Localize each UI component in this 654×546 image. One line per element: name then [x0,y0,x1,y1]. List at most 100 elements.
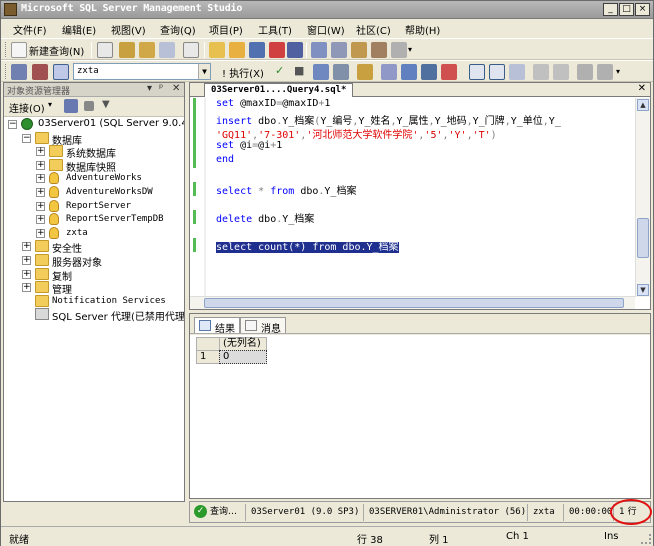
code-token: @i [240,140,253,151]
connect-button[interactable]: 连接(O) [9,100,45,115]
increase-indent-icon[interactable] [577,64,593,80]
object-explorer-icon[interactable] [331,42,347,58]
parse-icon[interactable]: ✓ [275,64,284,77]
menu-window[interactable]: 窗口(W) [307,22,345,37]
query-state-text: 查询… [210,507,238,517]
stop-icon[interactable] [84,101,94,111]
toolbar-overflow-icon[interactable]: ▾ [408,45,412,54]
available-databases-icon[interactable] [53,64,69,80]
open-folder-icon[interactable] [229,42,245,58]
chevron-down-icon[interactable]: ▼ [198,64,210,79]
comment-out-icon[interactable] [509,64,525,80]
properties-icon[interactable] [391,42,407,58]
row-number[interactable]: 1 [196,350,220,364]
expand-icon[interactable]: + [22,283,31,293]
pin-icon[interactable]: ᵖ [159,83,163,94]
toolbar-overflow-icon[interactable]: ▾ [616,67,620,76]
tree-node-label: 数据库快照 [66,162,116,174]
menu-project[interactable]: 项目(P) [209,22,243,37]
editor-vertical-scrollbar[interactable]: ▲ ▼ [635,98,650,297]
disconnect-icon[interactable] [64,99,78,113]
scroll-thumb[interactable] [204,298,624,308]
close-icon[interactable]: ✕ [638,83,646,94]
solution-explorer-icon[interactable] [371,42,387,58]
scroll-up-icon[interactable]: ▲ [637,99,649,111]
specify-values-icon[interactable] [357,64,373,80]
expand-icon[interactable]: + [36,188,45,197]
mdx-query-icon[interactable] [159,42,175,58]
results-to-grid-selected-icon[interactable] [489,64,505,80]
expand-icon[interactable]: + [22,242,31,252]
database-selector-value: zxta [77,66,99,76]
analysis-services-query-icon[interactable] [139,42,155,58]
print-icon[interactable] [287,42,303,58]
new-query-button[interactable]: 新建查询(N) [29,43,84,58]
scroll-thumb[interactable] [637,218,649,258]
editor-horizontal-scrollbar[interactable] [190,296,635,309]
maximize-button[interactable]: □ [619,3,634,16]
save-all-icon[interactable] [269,42,285,58]
tab-results[interactable]: 结果 [194,317,240,335]
filter-icon[interactable]: ▼ [102,99,110,110]
outdent-icon[interactable] [597,64,613,80]
menu-help[interactable]: 帮助(H) [405,22,440,37]
template-explorer-icon[interactable] [351,42,367,58]
include-plan-icon[interactable] [381,64,397,80]
change-connection-icon[interactable] [32,64,48,80]
uncomment-icon[interactable] [533,64,549,80]
code-token: Y_档案 [282,214,315,225]
expand-icon[interactable]: + [22,269,31,279]
query-designer-icon[interactable] [333,64,349,80]
ssms-window: Microsoft SQL Server Management Studio _… [0,0,654,546]
collapse-icon[interactable]: − [22,133,31,143]
code-area[interactable]: set @maxID=@maxID+1 insert dbo.Y_档案(Y_编号,… [190,98,635,297]
expand-icon[interactable]: + [36,174,45,184]
expand-icon[interactable]: + [36,160,45,170]
new-query-icon [11,42,27,58]
results-to-file-icon[interactable] [441,64,457,80]
display-estimated-plan-icon[interactable] [313,64,329,80]
save-icon[interactable] [249,42,265,58]
open-file-icon[interactable] [209,42,225,58]
results-grid[interactable]: (无列名) 1 0 [190,335,650,498]
new-item-icon[interactable] [183,42,199,58]
database-selector[interactable]: zxta ▼ [73,63,211,80]
database-icon [49,199,59,212]
document-tab[interactable]: 03Server01....Query4.sql* [204,83,354,97]
decrease-indent-icon[interactable] [553,64,569,80]
database-engine-query-icon[interactable] [119,42,135,58]
toolbar-grip[interactable] [5,42,8,57]
expand-icon[interactable]: + [36,201,45,211]
minimize-button[interactable]: _ [603,3,618,16]
expand-icon[interactable]: + [36,215,45,225]
close-icon[interactable]: ✕ [172,83,180,94]
close-button[interactable]: × [635,3,650,16]
resize-grip[interactable] [641,534,651,544]
results-to-grid-icon[interactable] [469,64,485,80]
collapse-icon[interactable]: − [8,120,17,129]
column-header[interactable]: (无列名) [219,337,267,351]
menu-community[interactable]: 社区(C) [356,22,391,37]
execute-button[interactable]: ! 执行(X) [222,65,264,80]
results-to-text-icon[interactable] [421,64,437,80]
menu-query[interactable]: 查询(Q) [160,22,196,37]
connect-icon[interactable] [11,64,27,80]
cancel-query-icon[interactable]: ■ [294,64,304,77]
expand-icon[interactable]: + [22,256,31,265]
expand-icon[interactable]: + [36,147,45,157]
menu-edit[interactable]: 编辑(E) [62,22,96,37]
scroll-down-icon[interactable]: ▼ [637,284,649,296]
document-tab-strip: 03Server01....Query4.sql* ✕ [190,83,650,97]
registered-servers-icon[interactable] [311,42,327,58]
dropdown-icon[interactable]: ▾ [147,83,152,94]
toolbar-grip[interactable] [5,64,8,79]
chevron-down-icon[interactable]: ▾ [48,100,52,109]
menu-file[interactable]: 文件(F) [13,22,47,37]
menu-view[interactable]: 视图(V) [111,22,146,37]
menu-tools[interactable]: 工具(T) [258,22,292,37]
new-file-icon[interactable] [97,42,113,58]
result-cell[interactable]: 0 [219,350,267,364]
tab-messages[interactable]: 消息 [240,317,286,335]
expand-icon[interactable]: + [36,228,45,238]
client-statistics-icon[interactable] [401,64,417,80]
